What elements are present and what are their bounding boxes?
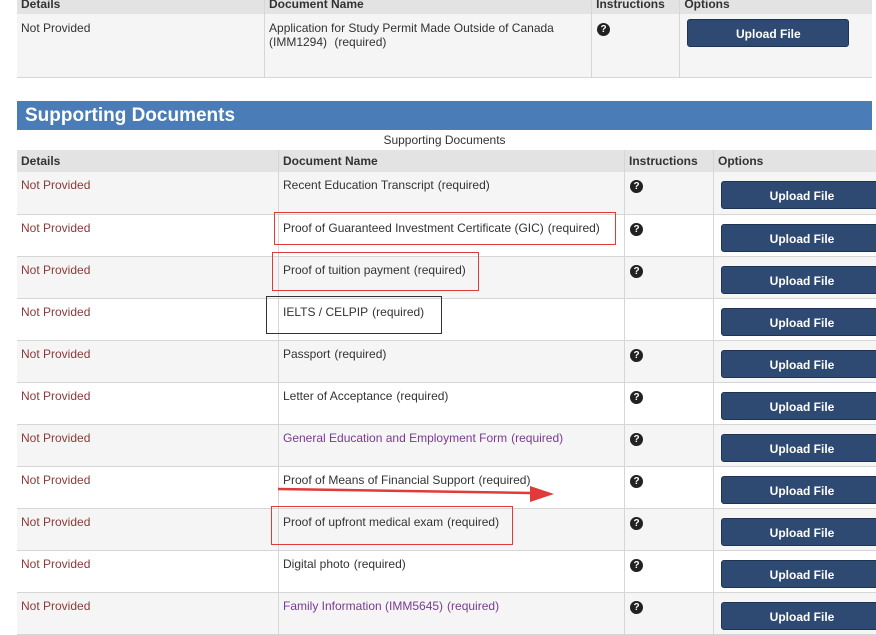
annotation-arrow-icon bbox=[0, 0, 876, 630]
